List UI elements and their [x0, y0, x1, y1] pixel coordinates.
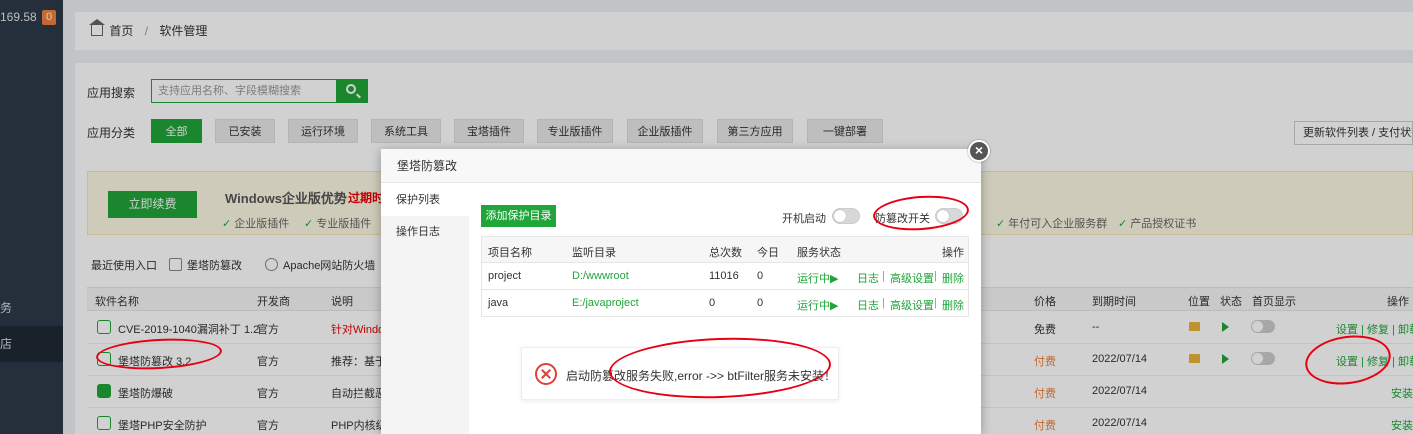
tab-operation-log[interactable]: 操作日志 [381, 216, 469, 248]
today-count: 0 [757, 270, 764, 282]
protect-table-header: 项目名称 监听目录 总次数 今日 服务状态 操作 [481, 236, 969, 263]
project-name: java [488, 297, 509, 309]
log-link[interactable]: 日志 [857, 270, 879, 286]
op-separator: | [934, 297, 937, 309]
today-count: 0 [757, 297, 764, 309]
tamper-modal: 堡塔防篡改 保护列表 操作日志 添加保护目录 开机启动 防篡改开关 项目名称 监… [381, 149, 981, 434]
col-watch-dir: 监听目录 [572, 247, 616, 259]
tamper-switch-label: 防篡改开关 [875, 213, 930, 225]
total-count: 11016 [709, 270, 739, 282]
modal-title: 堡塔防篡改 [381, 149, 981, 183]
delete-link[interactable]: 删除 [942, 270, 964, 286]
project-name: project [488, 270, 522, 282]
modal-side-nav: 保护列表 操作日志 [381, 184, 469, 434]
op-separator: | [882, 270, 885, 282]
tab-protect-list[interactable]: 保护列表 [381, 184, 469, 216]
op-separator: | [934, 270, 937, 282]
watch-dir-link[interactable]: D:/wwwroot [572, 270, 629, 282]
col-service-status: 服务状态 [797, 247, 841, 259]
advanced-settings-link[interactable]: 高级设置 [890, 270, 934, 286]
col-today: 今日 [757, 247, 779, 259]
add-protect-dir-button[interactable]: 添加保护目录 [481, 205, 556, 227]
col-operation: 操作 [942, 247, 964, 259]
total-count: 0 [709, 297, 716, 309]
close-icon[interactable]: × [968, 140, 990, 162]
error-icon [535, 363, 557, 385]
op-separator: | [882, 297, 885, 309]
col-project: 项目名称 [488, 247, 532, 259]
protect-row: java E:/javaproject 0 0 运行中▶ 日志 | 高级设置 |… [481, 290, 969, 317]
watch-dir-link[interactable]: E:/javaproject [572, 297, 639, 309]
service-status-toggle[interactable]: 运行中▶ [797, 270, 838, 286]
tamper-switch[interactable] [935, 208, 963, 224]
error-message: 启动防篡改服务失败,error ->> btFilter服务未安装！ [566, 369, 837, 383]
boot-switch[interactable] [832, 208, 860, 224]
log-link[interactable]: 日志 [857, 297, 879, 313]
col-total: 总次数 [709, 247, 742, 259]
advanced-settings-link[interactable]: 高级设置 [890, 297, 934, 313]
delete-link[interactable]: 删除 [942, 297, 964, 313]
protect-row: project D:/wwwroot 11016 0 运行中▶ 日志 | 高级设… [481, 263, 969, 290]
service-status-toggle[interactable]: 运行中▶ [797, 297, 838, 313]
error-toast: 启动防篡改服务失败,error ->> btFilter服务未安装！ [521, 347, 839, 400]
boot-switch-label: 开机启动 [782, 213, 826, 225]
